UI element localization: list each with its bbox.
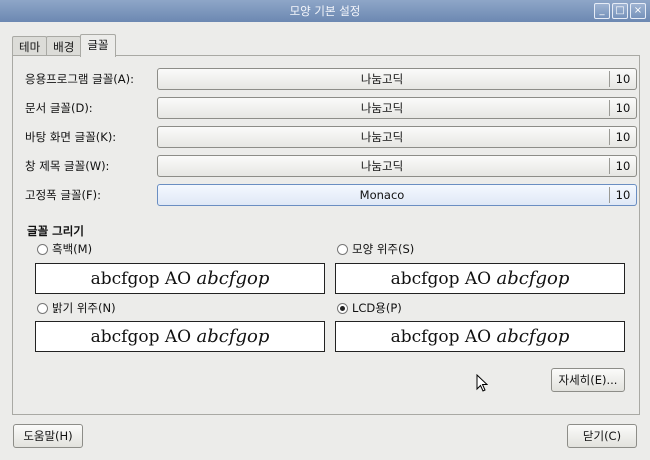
- document-font-button[interactable]: 나눔고딕 10: [157, 97, 637, 119]
- best-contrast-preview-plain: abcfgop AO: [90, 327, 197, 347]
- best-contrast-label: 밝기 위주(N): [52, 301, 116, 315]
- best-shapes-option[interactable]: 모양 위주(S): [337, 240, 414, 258]
- subpixel-lcd-radio[interactable]: [337, 302, 348, 314]
- best-shapes-preview-plain: abcfgop AO: [390, 269, 497, 289]
- document-font-row: 문서 글꼴(D): 나눔고딕 10: [25, 97, 637, 119]
- font-rendering-title: 글꼴 그리기: [27, 224, 84, 238]
- application-font-name: 나눔고딕: [360, 72, 404, 86]
- window-title: 모양 기본 설정: [289, 4, 361, 18]
- monochrome-radio[interactable]: [37, 243, 48, 255]
- fixed-width-font-button[interactable]: Monaco 10: [157, 184, 637, 206]
- document-font-label: 문서 글꼴(D):: [25, 101, 93, 115]
- minimize-button[interactable]: _: [594, 3, 610, 19]
- tab-fonts[interactable]: 글꼴: [80, 34, 116, 57]
- fixed-width-font-row: 고정폭 글꼴(F): Monaco 10: [25, 184, 637, 206]
- best-shapes-radio[interactable]: [337, 243, 348, 255]
- fixed-width-font-size: 10: [609, 187, 636, 203]
- monochrome-preview-plain: abcfgop AO: [90, 269, 197, 289]
- best-shapes-preview-italic: abcfgop: [496, 268, 570, 289]
- best-contrast-preview-italic: abcfgop: [196, 326, 270, 347]
- best-contrast-preview: abcfgop AO abcfgop: [35, 321, 325, 352]
- best-shapes-label: 모양 위주(S): [352, 242, 415, 256]
- tab-bar: 테마 배경 글꼴: [12, 34, 116, 57]
- subpixel-lcd-label: LCD용(P): [352, 301, 402, 315]
- details-button[interactable]: 자세히(E)...: [551, 368, 625, 392]
- monochrome-option[interactable]: 흑백(M): [37, 240, 92, 258]
- window-controls: _ □ ×: [594, 3, 646, 19]
- best-contrast-option[interactable]: 밝기 위주(N): [37, 299, 116, 317]
- help-button[interactable]: 도움말(H): [13, 424, 83, 448]
- mouse-pointer-icon: [476, 374, 488, 392]
- subpixel-lcd-preview: abcfgop AO abcfgop: [335, 321, 625, 352]
- desktop-font-row: 바탕 화면 글꼴(K): 나눔고딕 10: [25, 126, 637, 148]
- window-title-font-row: 창 제목 글꼴(W): 나눔고딕 10: [25, 155, 637, 177]
- desktop-font-size: 10: [609, 129, 636, 145]
- document-font-name: 나눔고딕: [360, 101, 404, 115]
- window-title-font-label: 창 제목 글꼴(W):: [25, 159, 110, 173]
- window-title-font-size: 10: [609, 158, 636, 174]
- monochrome-preview: abcfgop AO abcfgop: [35, 263, 325, 294]
- best-contrast-radio[interactable]: [37, 302, 48, 314]
- tab-theme[interactable]: 테마: [12, 36, 48, 57]
- best-shapes-preview: abcfgop AO abcfgop: [335, 263, 625, 294]
- subpixel-lcd-preview-plain: abcfgop AO: [390, 327, 497, 347]
- application-font-row: 응용프로그램 글꼴(A): 나눔고딕 10: [25, 68, 637, 90]
- application-font-button[interactable]: 나눔고딕 10: [157, 68, 637, 90]
- application-font-size: 10: [609, 71, 636, 87]
- maximize-button[interactable]: □: [612, 3, 628, 19]
- application-font-label: 응용프로그램 글꼴(A):: [25, 72, 135, 86]
- fonts-tab-panel: 응용프로그램 글꼴(A): 나눔고딕 10 문서 글꼴(D): 나눔고딕 10 …: [12, 55, 640, 415]
- desktop-font-label: 바탕 화면 글꼴(K):: [25, 130, 117, 144]
- fixed-width-font-label: 고정폭 글꼴(F):: [25, 188, 102, 202]
- close-window-button[interactable]: ×: [630, 3, 646, 19]
- close-button[interactable]: 닫기(C): [567, 424, 637, 448]
- appearance-preferences-window: 모양 기본 설정 _ □ × 테마 배경 글꼴 응용프로그램 글꼴(A): 나눔…: [0, 0, 650, 460]
- monochrome-label: 흑백(M): [52, 242, 93, 256]
- window-title-font-button[interactable]: 나눔고딕 10: [157, 155, 637, 177]
- tab-background[interactable]: 배경: [46, 36, 82, 57]
- titlebar[interactable]: 모양 기본 설정 _ □ ×: [0, 0, 650, 22]
- fixed-width-font-name: Monaco: [359, 188, 405, 202]
- desktop-font-button[interactable]: 나눔고딕 10: [157, 126, 637, 148]
- desktop-font-name: 나눔고딕: [360, 130, 404, 144]
- subpixel-lcd-preview-italic: abcfgop: [496, 326, 570, 347]
- subpixel-lcd-option[interactable]: LCD용(P): [337, 299, 402, 317]
- document-font-size: 10: [609, 100, 636, 116]
- monochrome-preview-italic: abcfgop: [196, 268, 270, 289]
- window-title-font-name: 나눔고딕: [360, 159, 404, 173]
